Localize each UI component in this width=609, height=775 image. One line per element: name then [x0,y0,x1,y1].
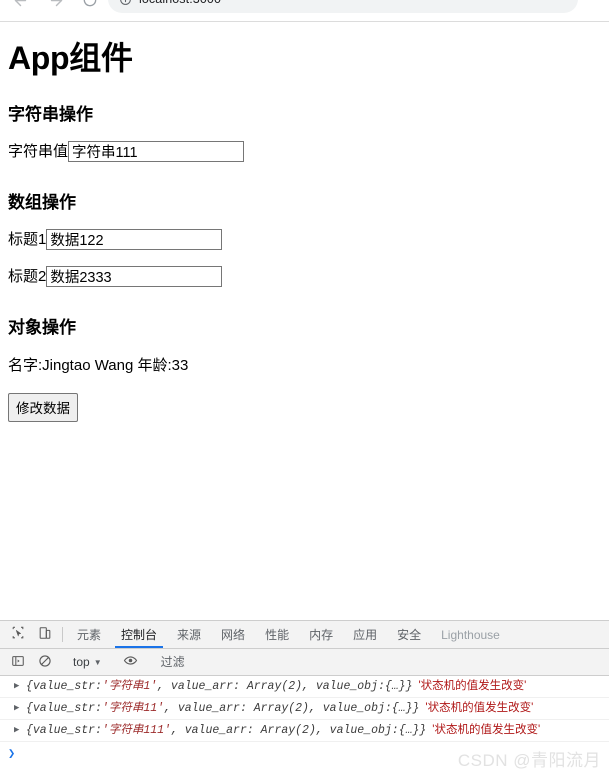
device-toolbar-button[interactable] [31,621,58,648]
console-message-list: ▶ { value_str: '字符串1' , value_arr: Array… [0,676,609,775]
tab-sources[interactable]: 来源 [167,621,211,648]
console-string-value: '字符串1' [101,680,158,693]
array-field-label-1: 标题1 [8,231,47,248]
arrow-left-icon [12,0,29,9]
tab-network[interactable]: 网络 [211,621,255,648]
console-object-middle: , value_arr: Array(2), value_obj: [170,724,399,737]
execution-context-selector[interactable]: top ▼ [67,655,108,669]
clear-console-icon [38,654,52,671]
console-toolbar: top ▼ [0,649,609,676]
console-message-text: '状态机的值发生改变' [432,724,541,736]
clear-console-button[interactable] [31,654,58,671]
toolbar-divider [62,627,63,642]
console-row[interactable]: ▶ { value_str: '字符串111' , value_arr: Arr… [0,720,609,742]
reload-button[interactable] [76,0,104,14]
console-object-open: { [26,702,33,715]
section-heading-string: 字符串操作 [8,105,93,124]
console-object-key: value_str: [32,680,102,693]
tab-application[interactable]: 应用 [343,621,387,648]
console-row[interactable]: ▶ { value_str: '字符串11' , value_arr: Arra… [0,698,609,720]
console-message-text: '状态机的值发生改变' [418,680,527,692]
object-info-text: 名字:Jingtao Wang 年龄:33 [8,357,189,374]
console-object-middle: , value_arr: Array(2), value_obj: [157,680,385,693]
expand-arrow-icon[interactable]: ▶ [14,701,26,716]
string-field-label: 字符串值 [8,143,69,160]
browser-toolbar: localhost:3000 [0,0,609,22]
array-field-row-2: 标题2 [8,266,601,287]
devtools-panel: 元素 控制台 来源 网络 性能 内存 应用 安全 Lighthouse top … [0,620,609,775]
array-field-row-1: 标题1 [8,229,601,250]
tab-security[interactable]: 安全 [387,621,431,648]
execution-context-label: top [73,655,90,669]
console-object-open: { [26,680,33,693]
inspect-element-button[interactable] [4,621,31,648]
console-object-key: value_str: [32,702,102,715]
page-content: App组件 字符串操作 字符串值 数组操作 标题1 标题2 对象操作 名字:Ji… [0,22,609,620]
tab-console[interactable]: 控制台 [111,621,167,648]
console-object-key: value_str: [32,724,102,737]
console-object-tail: {…}} [384,680,413,693]
console-object-tail: {…}} [391,702,420,715]
section-heading-array: 数组操作 [8,193,76,212]
console-filter-input[interactable] [158,652,605,672]
device-toolbar-icon [38,626,52,643]
tab-performance[interactable]: 性能 [255,621,299,648]
reload-icon [82,0,98,8]
devtools-tabbar: 元素 控制台 来源 网络 性能 内存 应用 安全 Lighthouse [0,621,609,649]
watermark: CSDN @青阳流月 [457,751,601,770]
forward-button[interactable] [42,0,70,14]
live-expression-button[interactable] [117,653,144,671]
address-bar-url: localhost:3000 [139,0,221,6]
string-value-input[interactable] [68,141,245,162]
inspect-element-icon [11,626,25,643]
console-object-open: { [26,724,33,737]
tab-elements[interactable]: 元素 [67,621,111,648]
tab-memory[interactable]: 内存 [299,621,343,648]
arrow-right-icon [48,0,65,9]
prompt-chevron-icon: ❯ [8,746,16,761]
console-message-text: '状态机的值发生改变' [425,702,534,714]
console-sidebar-icon [11,654,25,671]
console-sidebar-button[interactable] [4,654,31,671]
modify-data-button[interactable]: 修改数据 [8,393,78,422]
console-string-value: '字符串111' [101,724,171,737]
live-expression-eye-icon [123,653,138,671]
console-object-tail: {…}} [398,724,427,737]
console-string-value: '字符串11' [101,702,165,715]
info-circle-icon[interactable] [118,0,132,6]
expand-arrow-icon[interactable]: ▶ [14,723,26,738]
address-bar[interactable]: localhost:3000 [108,0,578,13]
expand-arrow-icon[interactable]: ▶ [14,679,26,694]
chevron-down-icon: ▼ [93,657,102,667]
console-row[interactable]: ▶ { value_str: '字符串1' , value_arr: Array… [0,676,609,698]
section-heading-object: 对象操作 [8,318,76,337]
tab-lighthouse[interactable]: Lighthouse [431,621,510,648]
console-object-middle: , value_arr: Array(2), value_obj: [164,702,392,715]
back-button[interactable] [6,0,34,14]
page-title: App组件 [8,40,133,76]
array-field-label-2: 标题2 [8,268,47,285]
array-value-input-2[interactable] [46,266,223,287]
string-field-row: 字符串值 [8,141,601,162]
array-value-input-1[interactable] [46,229,223,250]
